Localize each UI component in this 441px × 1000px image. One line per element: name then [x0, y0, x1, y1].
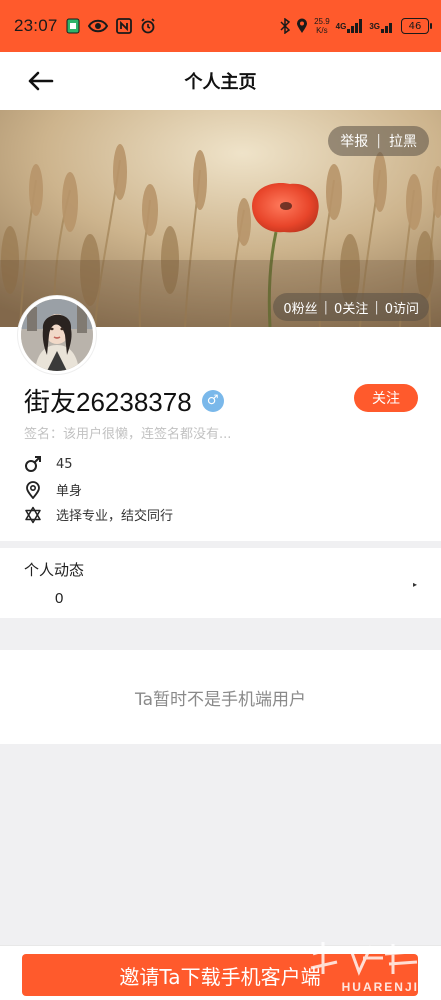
- nfc-icon: [115, 18, 132, 34]
- avatar[interactable]: [18, 296, 96, 374]
- name-row: 街友26238378 ♂: [24, 382, 224, 419]
- user-name: 街友26238378: [24, 387, 192, 417]
- age-row: 45: [24, 455, 73, 473]
- career-value: 选择专业，结交同行: [56, 509, 174, 524]
- stats-pill: 0粉丝 | 0关注 | 0访问: [273, 293, 429, 321]
- fans-count[interactable]: 0粉丝: [283, 298, 317, 317]
- chevron-right-icon: ▸: [412, 580, 417, 589]
- report-button[interactable]: 举报: [340, 131, 368, 151]
- following-count[interactable]: 0关注: [334, 298, 368, 317]
- status-bar: 23:07 25.9 K/s 4G 3G 46: [0, 0, 441, 52]
- battery-icon: 46: [401, 18, 432, 34]
- bluetooth-icon: [280, 18, 291, 34]
- bottom-bar: 邀请Ta下载手机客户端: [0, 945, 441, 1000]
- report-block-pill: 举报 | 拉黑: [328, 126, 429, 156]
- net-speed: 25.9 K/s: [314, 17, 330, 35]
- career-row[interactable]: 选择专业，结交同行: [24, 505, 173, 524]
- page-header: 个人主页: [0, 52, 441, 110]
- arrow-left-icon[interactable]: [26, 69, 56, 93]
- alarm-icon: [140, 18, 156, 34]
- page-title: 个人主页: [184, 72, 257, 93]
- invite-download-button[interactable]: 邀请Ta下载手机客户端: [22, 954, 418, 996]
- relationship-row: 单身: [24, 480, 82, 499]
- avatar-image: [21, 299, 93, 371]
- star-of-david-icon: [24, 506, 42, 524]
- visits-count[interactable]: 0访问: [385, 298, 419, 317]
- signal-icon: 3G: [369, 19, 395, 33]
- age-value: 45: [56, 456, 73, 472]
- location-pin-icon: [24, 480, 42, 499]
- notice-panel: Ta暂时不是手机端用户: [0, 650, 441, 744]
- eye-icon: [87, 19, 108, 33]
- signature: 签名：该用户很懒，连签名都没有...: [24, 427, 232, 442]
- signal-icon: 4G: [336, 19, 364, 33]
- male-icon: [24, 455, 42, 473]
- relationship-value: 单身: [56, 484, 83, 499]
- dynamics-title: 个人动态: [24, 561, 85, 579]
- app-notification-icon: [66, 18, 80, 34]
- cover-banner: 举报 | 拉黑 0粉丝 | 0关注 | 0访问: [0, 110, 441, 327]
- dynamics-section[interactable]: 个人动态 0 ▸: [0, 548, 441, 618]
- notice-text: Ta暂时不是手机端用户: [135, 689, 306, 710]
- male-badge-icon: ♂: [201, 389, 224, 412]
- block-button[interactable]: 拉黑: [389, 131, 417, 151]
- dynamics-count: 0: [55, 590, 64, 607]
- follow-button[interactable]: 关注: [354, 384, 418, 412]
- location-icon: [296, 18, 308, 34]
- status-time: 23:07: [14, 16, 58, 35]
